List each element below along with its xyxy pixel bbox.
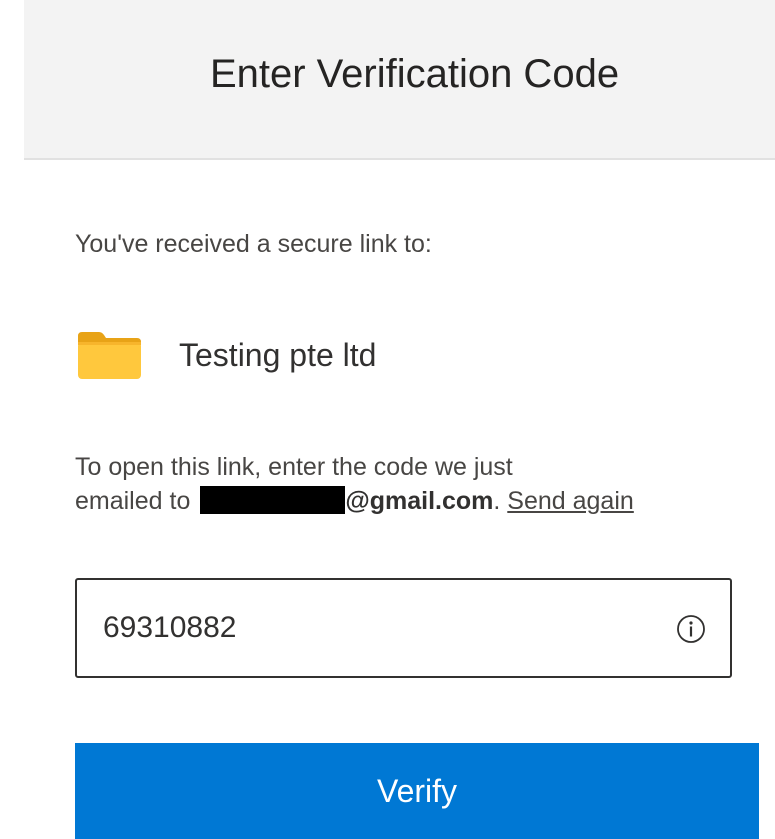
instructions-prefix: emailed to — [75, 487, 191, 515]
info-icon[interactable] — [676, 614, 706, 644]
send-again-link[interactable]: Send again — [507, 487, 634, 515]
verification-page: Enter Verification Code You've received … — [0, 0, 775, 839]
instructions-period: . — [493, 487, 501, 515]
shared-item: Testing pte ltd — [75, 330, 376, 380]
header: Enter Verification Code — [24, 0, 775, 160]
shared-item-name: Testing pte ltd — [179, 336, 377, 373]
redacted-email-block — [200, 486, 346, 514]
received-link-text: You've received a secure link to: — [75, 230, 432, 258]
verification-code-input[interactable] — [103, 611, 623, 645]
verify-button[interactable]: Verify — [75, 743, 759, 839]
instructions-text: To open this link, enter the code we jus… — [75, 450, 755, 518]
folder-icon — [75, 330, 143, 380]
page-title: Enter Verification Code — [209, 51, 620, 96]
instructions-line1: To open this link, enter the code we jus… — [75, 453, 513, 481]
verification-code-field[interactable] — [75, 578, 732, 678]
email-domain: @gmail.com — [345, 487, 494, 515]
